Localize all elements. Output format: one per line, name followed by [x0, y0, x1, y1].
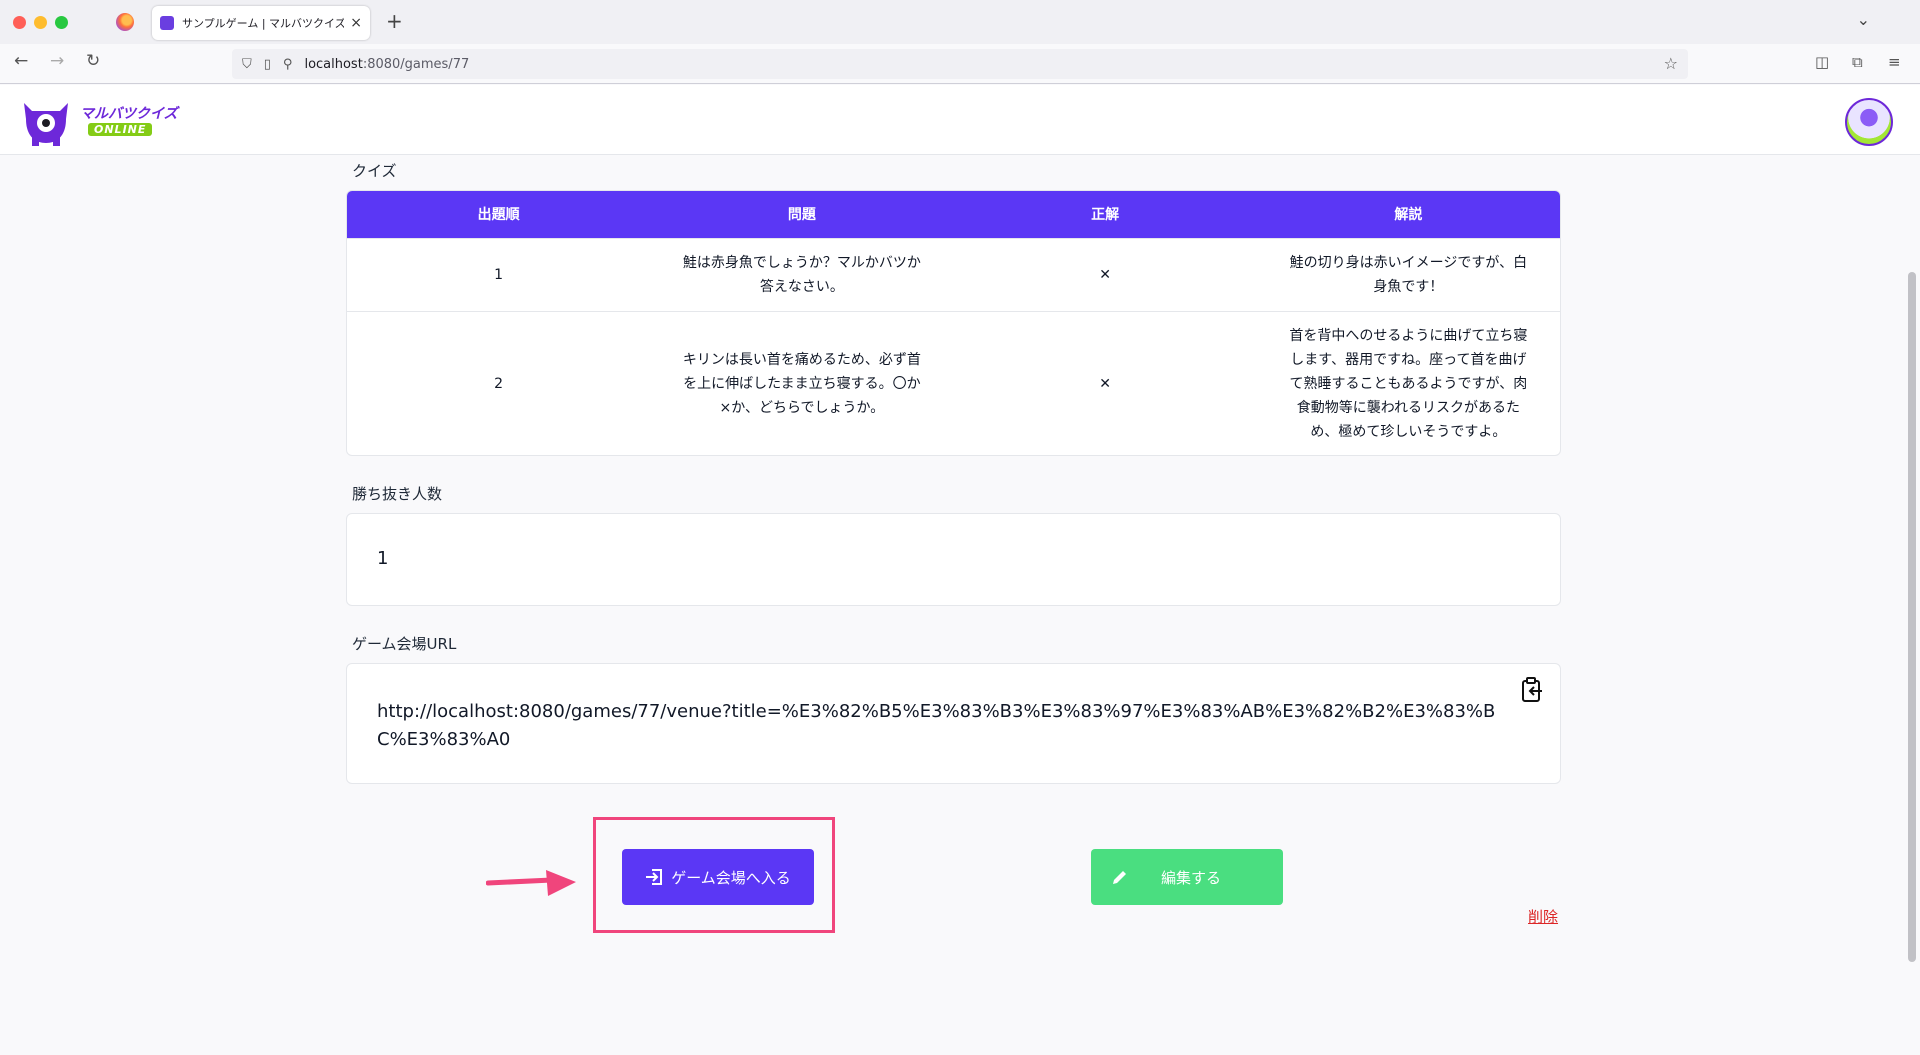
browser-tab-bar: サンプルゲーム | マルバツクイズ × + ⌄	[0, 0, 1920, 44]
enter-venue-label: ゲーム会場へ入る	[671, 868, 791, 887]
table-row: 1 鮭は赤身魚でしょうか？マルかバツか答えなさい。 ✕ 鮭の切り身は赤いイメージ…	[347, 237, 1560, 311]
zoom-window-button[interactable]	[55, 16, 68, 29]
bookmark-star-icon[interactable]: ☆	[1664, 54, 1678, 73]
edit-button[interactable]: 編集する	[1091, 849, 1283, 905]
table-header-row: 出題順 問題 正解 解説	[347, 191, 1560, 238]
browser-nav-bar: ← → ↻ ⛉ ▯ ⚲ localhost:8080/games/77 ☆ ◫ …	[0, 44, 1920, 84]
answer-cross-icon: ✕	[953, 310, 1257, 455]
extensions-icon[interactable]: ⧉	[1852, 53, 1863, 71]
firefox-icon[interactable]	[116, 13, 134, 31]
venue-url-section-label: ゲーム会場URL	[352, 635, 457, 653]
enter-venue-button[interactable]: ゲーム会場へ入る	[622, 849, 814, 905]
winners-section-label: 勝ち抜き人数	[352, 485, 443, 503]
quiz-section-label: クイズ	[352, 162, 397, 180]
tab-close-icon[interactable]: ×	[350, 15, 362, 31]
site-favicon-icon	[160, 16, 174, 30]
logo-text: マルバツクイズ	[80, 106, 178, 122]
user-avatar[interactable]	[1845, 98, 1893, 146]
tab-list-chevron-icon[interactable]: ⌄	[1857, 10, 1870, 29]
order-cell: 2	[347, 310, 651, 455]
column-header-explanation: 解説	[1256, 191, 1560, 238]
annotation-arrow	[486, 870, 576, 896]
back-arrow-icon[interactable]: ←	[14, 51, 28, 71]
enter-icon	[646, 869, 663, 885]
order-cell: 1	[347, 237, 651, 311]
pencil-icon	[1113, 871, 1126, 884]
winners-box: 1	[346, 513, 1561, 606]
forward-arrow-icon[interactable]: →	[50, 51, 64, 71]
tab-title: サンプルゲーム | マルバツクイズ	[182, 17, 345, 30]
table-row: 2 キリンは長い首を痛めるため、必ず首を上に伸ばしたまま立ち寝する。〇か×か、ど…	[347, 310, 1560, 455]
logo-online-badge: ONLINE	[88, 123, 153, 136]
question-cell: 鮭は赤身魚でしょうか？マルかバツか答えなさい。	[650, 237, 954, 311]
answer-cross-icon: ✕	[953, 237, 1257, 311]
page-icon: ▯	[263, 56, 271, 72]
reload-icon[interactable]: ↻	[86, 51, 100, 71]
menu-icon[interactable]: ≡	[1888, 53, 1901, 71]
pocket-icon[interactable]: ◫	[1815, 53, 1829, 71]
explanation-cell: 鮭の切り身は赤いイメージですが、白身魚です！	[1256, 237, 1560, 311]
close-window-button[interactable]	[13, 16, 26, 29]
venue-url-text[interactable]: http://localhost:8080/games/77/venue?tit…	[377, 698, 1507, 754]
url-host: localhost	[304, 56, 363, 72]
page-scrollbar[interactable]	[1908, 272, 1916, 962]
column-header-question: 問題	[650, 191, 954, 238]
shield-icon[interactable]: ⛉	[242, 57, 252, 72]
url-path: :8080/games/77	[362, 56, 470, 72]
column-header-order: 出題順	[347, 191, 651, 238]
address-bar[interactable]: ⛉ ▯ ⚲ localhost:8080/games/77 ☆	[232, 49, 1688, 79]
venue-url-box: http://localhost:8080/games/77/venue?tit…	[346, 663, 1561, 784]
column-header-answer: 正解	[953, 191, 1257, 238]
permissions-icon[interactable]: ⚲	[283, 57, 293, 72]
quiz-table: 出題順 問題 正解 解説 1 鮭は赤身魚でしょうか？マルかバツか答えなさい。 ✕…	[346, 190, 1561, 456]
site-header: マルバツクイズ ONLINE	[0, 85, 1920, 155]
explanation-cell: 首を背中へのせるように曲げて立ち寝します、器用ですね。座って首を曲げて熟睡するこ…	[1256, 310, 1560, 455]
browser-tab-active[interactable]: サンプルゲーム | マルバツクイズ ×	[152, 6, 370, 40]
winners-value: 1	[377, 548, 389, 569]
clipboard-copy-icon[interactable]	[1520, 676, 1544, 704]
question-cell: キリンは長い首を痛めるため、必ず首を上に伸ばしたまま立ち寝する。〇か×か、どちら…	[650, 310, 954, 455]
delete-link[interactable]: 削除	[1528, 906, 1558, 927]
new-tab-button[interactable]: +	[386, 9, 403, 33]
logo-monster-icon[interactable]	[18, 97, 74, 147]
edit-label: 編集する	[1161, 868, 1222, 887]
minimize-window-button[interactable]	[34, 16, 47, 29]
